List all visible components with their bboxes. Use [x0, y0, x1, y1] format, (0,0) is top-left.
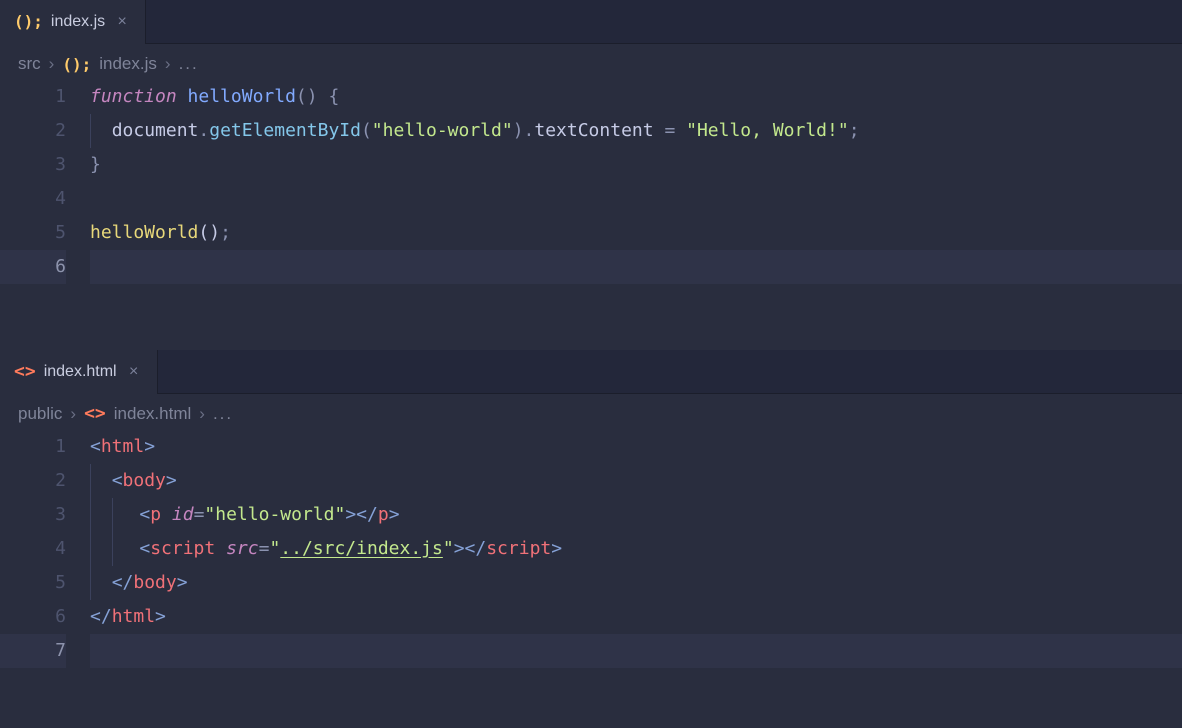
line-number: 3	[0, 148, 66, 182]
code-line[interactable]	[90, 634, 1182, 668]
code-line[interactable]: </body>	[90, 566, 1182, 600]
line-number: 5	[0, 566, 66, 600]
breadcrumb-folder[interactable]: public	[18, 404, 62, 424]
code-line[interactable]: helloWorld();	[90, 216, 1182, 250]
breadcrumb-symbol[interactable]: ...	[213, 404, 233, 424]
code-line[interactable]: }	[90, 148, 1182, 182]
line-number: 6	[0, 600, 66, 634]
tab-label: index.js	[51, 13, 105, 31]
line-number-gutter: 1 2 3 4 5 6	[0, 80, 90, 350]
breadcrumb[interactable]: src › (); index.js › ...	[0, 44, 1182, 80]
close-icon[interactable]: ×	[125, 363, 143, 381]
code-editor[interactable]: 1 2 3 4 5 6 function helloWorld() { docu…	[0, 80, 1182, 350]
editor-pane-html: <> index.html × public › <> index.html ›…	[0, 350, 1182, 728]
line-number: 6	[0, 250, 66, 284]
js-file-icon: ();	[62, 55, 91, 74]
tab-index-html[interactable]: <> index.html ×	[0, 350, 158, 393]
breadcrumb-file[interactable]: index.js	[99, 54, 157, 74]
line-number: 4	[0, 532, 66, 566]
js-file-icon: ();	[14, 12, 43, 31]
breadcrumb-file[interactable]: index.html	[114, 404, 191, 424]
code-line[interactable]: <p id="hello-world"></p>	[90, 498, 1182, 532]
close-icon[interactable]: ×	[113, 13, 131, 31]
html-file-icon: <>	[14, 363, 36, 381]
code-line[interactable]	[90, 182, 1182, 216]
code-line[interactable]: <script src="../src/index.js"></script>	[90, 532, 1182, 566]
line-number: 2	[0, 464, 66, 498]
line-number: 7	[0, 634, 66, 668]
line-number: 1	[0, 430, 66, 464]
code-editor[interactable]: 1 2 3 4 5 6 7 <html> <body> <p id="hello…	[0, 430, 1182, 728]
chevron-right-icon: ›	[165, 54, 171, 74]
chevron-right-icon: ›	[49, 54, 55, 74]
code-line[interactable]: function helloWorld() {	[90, 80, 1182, 114]
code-content[interactable]: function helloWorld() { document.getElem…	[90, 80, 1182, 350]
tab-label: index.html	[44, 363, 117, 381]
code-content[interactable]: <html> <body> <p id="hello-world"></p> <…	[90, 430, 1182, 728]
tab-bar: <> index.html ×	[0, 350, 1182, 394]
line-number: 1	[0, 80, 66, 114]
line-number-gutter: 1 2 3 4 5 6 7	[0, 430, 90, 728]
line-number: 3	[0, 498, 66, 532]
chevron-right-icon: ›	[70, 404, 76, 424]
line-number: 5	[0, 216, 66, 250]
breadcrumb-symbol[interactable]: ...	[179, 54, 199, 74]
chevron-right-icon: ›	[199, 404, 205, 424]
code-line[interactable]: <html>	[90, 430, 1182, 464]
html-file-icon: <>	[84, 405, 106, 423]
editor-pane-js: (); index.js × src › (); index.js › ... …	[0, 0, 1182, 350]
breadcrumb-folder[interactable]: src	[18, 54, 41, 74]
breadcrumb[interactable]: public › <> index.html › ...	[0, 394, 1182, 430]
code-line[interactable]	[90, 250, 1182, 284]
code-line[interactable]: document.getElementById("hello-world").t…	[90, 114, 1182, 148]
tab-index-js[interactable]: (); index.js ×	[0, 0, 146, 43]
tab-bar: (); index.js ×	[0, 0, 1182, 44]
line-number: 2	[0, 114, 66, 148]
line-number: 4	[0, 182, 66, 216]
code-line[interactable]: <body>	[90, 464, 1182, 498]
code-line[interactable]: </html>	[90, 600, 1182, 634]
